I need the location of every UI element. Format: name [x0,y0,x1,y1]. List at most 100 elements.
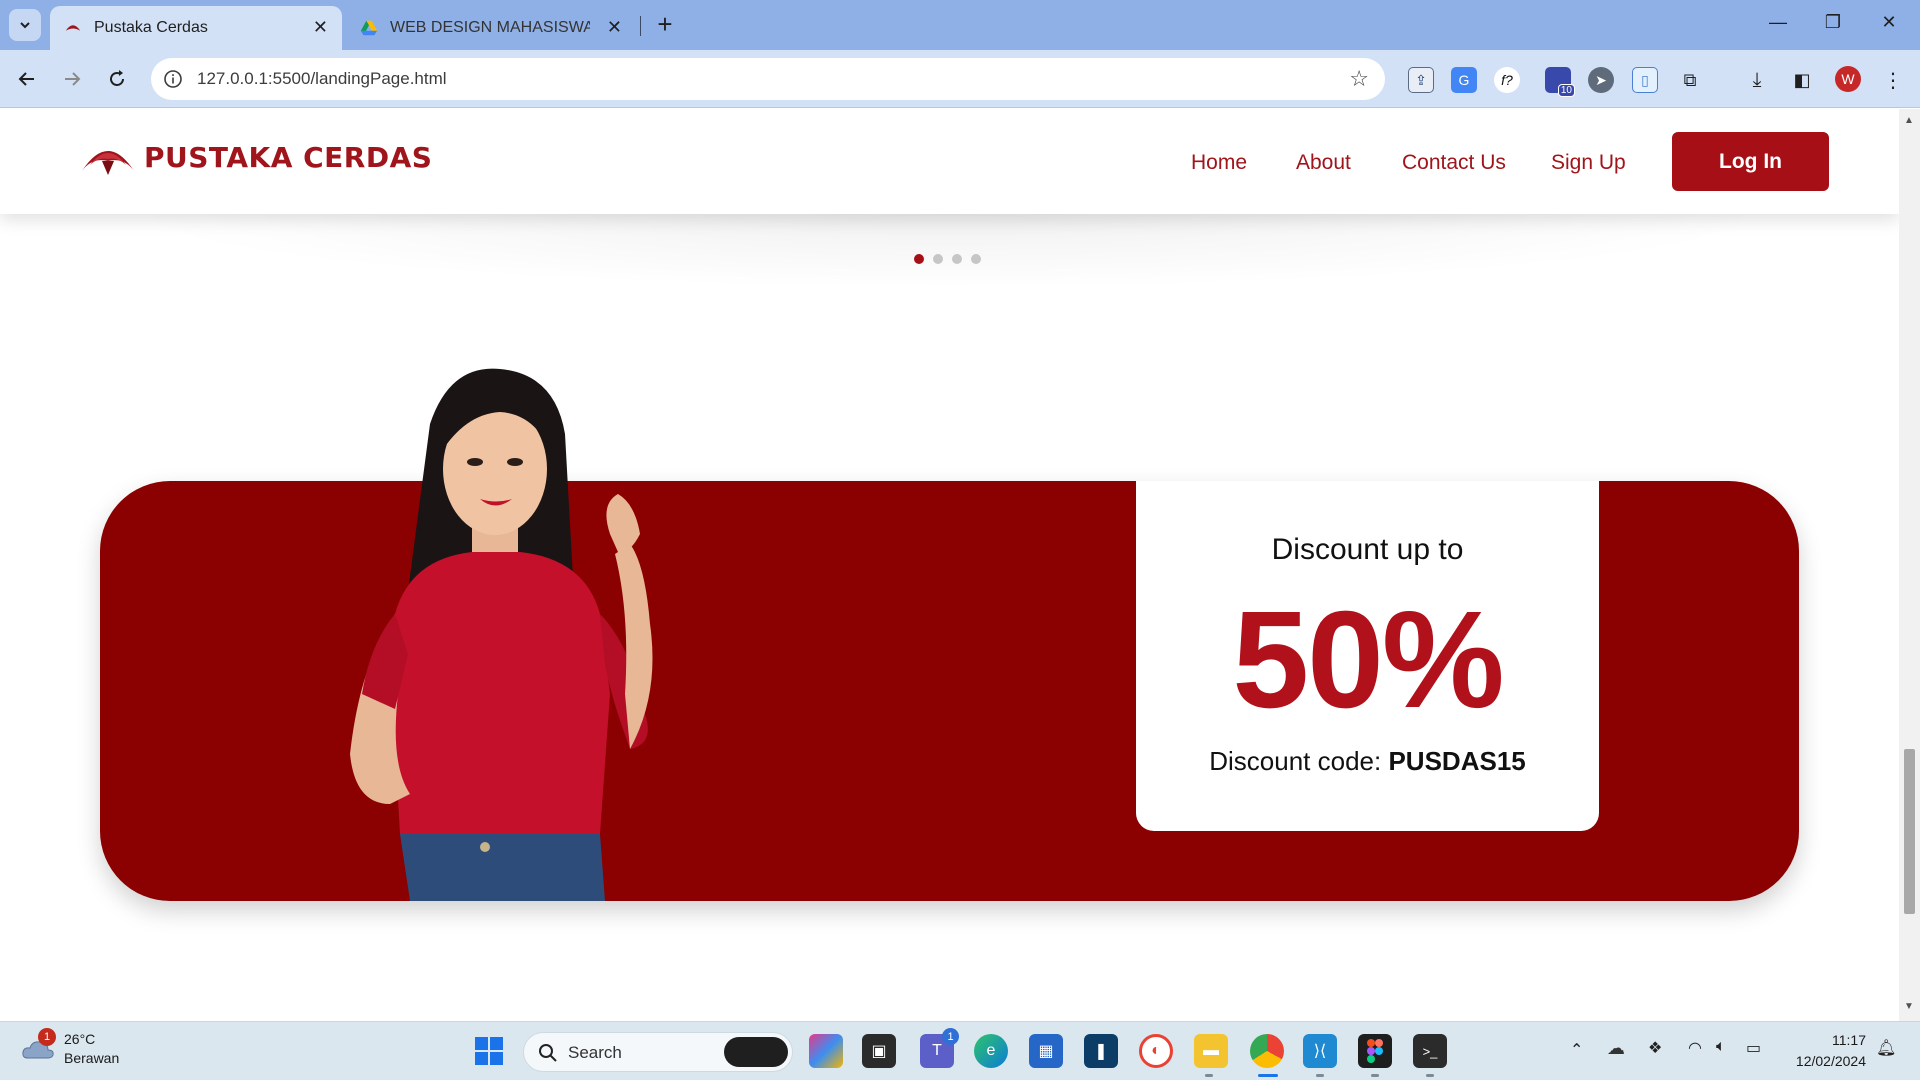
carousel-indicators [914,254,981,264]
page-viewport: PUSTAKA CERDAS Home About Contact Us Sig… [0,109,1899,1021]
nav-contact-us[interactable]: Contact Us [1402,151,1506,175]
extension-badge-icon[interactable]: 10 [1545,67,1575,97]
discount-code-label: Discount code: [1209,746,1382,776]
brand-logo-icon [82,151,134,175]
wifi-icon[interactable]: ◠ [1688,1038,1702,1058]
tab-title: Pustaka Cerdas [94,19,208,36]
side-panel-icon[interactable]: ◧ [1789,67,1815,93]
notification-bell-icon[interactable]: 🔔︎ [1876,1038,1896,1058]
task-view-icon[interactable]: ▣ [862,1034,896,1068]
clock-time[interactable]: 11:17 [1780,1032,1866,1048]
battery-icon[interactable]: ▭ [1746,1038,1761,1058]
menu-kebab-icon[interactable]: ⋮ [1880,67,1906,93]
restore-icon[interactable]: ❐ [1818,12,1848,33]
brand-favicon-icon [65,25,81,31]
browser-toolbar: 127.0.0.1:5500/landingPage.html ☆ ⇪ G f?… [0,50,1920,108]
site-logo[interactable]: PUSTAKA CERDAS [80,135,432,179]
arrow-right-icon [65,72,81,86]
volume-icon[interactable]: 🔈︎ [1716,1038,1726,1056]
login-button[interactable]: Log In [1672,132,1829,191]
edge-icon[interactable]: e [974,1034,1008,1068]
close-window-icon[interactable]: ✕ [1874,12,1904,33]
nav-about[interactable]: About [1296,151,1351,175]
discount-code: PUSDAS15 [1388,746,1526,776]
weather-widget[interactable]: 1 26°C Berawan [20,1028,120,1068]
discount-card: Discount up to 50% Discount code: PUSDAS… [1136,481,1599,831]
copilot-icon[interactable] [809,1034,843,1068]
taskbar-search[interactable]: Search [523,1032,793,1072]
chevron-up-icon[interactable]: ⌃ [1570,1040,1583,1060]
nav-home[interactable]: Home [1191,151,1247,175]
running-indicator [1426,1074,1434,1077]
chevron-down-icon [20,22,30,29]
extension-upload-icon[interactable]: ⇪ [1408,67,1434,93]
file-explorer-icon[interactable]: ▬ [1194,1034,1228,1068]
clock-date[interactable]: 12/02/2024 [1780,1053,1866,1069]
app-icon[interactable]: ❚ [1084,1034,1118,1068]
active-indicator [1258,1074,1278,1077]
formula-extension-icon[interactable]: f? [1494,67,1520,93]
google-drive-icon [360,20,378,36]
discount-lead-text: Discount up to [1271,533,1464,566]
weather-condition: Berawan [64,1050,120,1066]
carousel-dot[interactable] [971,254,981,264]
new-tab-button[interactable]: + [650,10,680,40]
search-icon [539,1044,557,1062]
dropbox-icon[interactable]: ❖ [1648,1038,1662,1058]
windows-start-icon[interactable] [472,1034,506,1068]
weather-temperature: 26°C [64,1031,96,1047]
chrome-icon[interactable] [1250,1034,1284,1068]
reload-button[interactable] [102,64,132,94]
minimize-icon[interactable]: — [1763,12,1793,33]
browser-tab-bar: Pustaka Cerdas ✕ WEB DESIGN MAHASISWA - … [0,0,1920,50]
nav-sign-up[interactable]: Sign Up [1551,151,1626,175]
microsoft-store-icon[interactable]: ▦ [1029,1034,1063,1068]
figma-icon[interactable] [1358,1034,1392,1068]
tab-pustaka-cerdas[interactable]: Pustaka Cerdas ✕ [50,6,342,50]
address-bar[interactable]: 127.0.0.1:5500/landingPage.html ☆ [151,58,1385,100]
bookmark-star-icon[interactable]: ☆ [1349,66,1369,92]
vscode-icon[interactable]: ⟩⟨ [1303,1034,1337,1068]
copilot-search-icon[interactable] [724,1037,788,1067]
app-circle-icon[interactable]: ◐ [1139,1034,1173,1068]
clipboard-extension-icon[interactable]: ▯ [1632,67,1658,93]
extension-badge-count: 10 [1557,84,1575,97]
teams-icon[interactable]: T 1 [920,1028,959,1068]
running-indicator [1371,1074,1379,1077]
windows-logo-icon [475,1037,503,1065]
carousel-dot[interactable] [933,254,943,264]
scroll-down-icon[interactable]: ▼ [1904,1001,1914,1012]
download-icon[interactable]: ⤓ [1744,67,1770,93]
scrollbar-thumb[interactable] [1904,749,1915,914]
terminal-icon[interactable]: >_ [1413,1034,1447,1068]
weather-badge: 1 [38,1028,56,1046]
tab-search-button[interactable] [9,9,41,41]
tab-web-design[interactable]: WEB DESIGN MAHASISWA - Go ✕ [346,6,636,50]
site-info-icon[interactable] [163,69,183,89]
url-text: 127.0.0.1:5500/landingPage.html [197,69,447,88]
tab-title: WEB DESIGN MAHASISWA - Go [390,19,590,36]
scroll-up-icon[interactable]: ▲ [1904,115,1914,126]
google-translate-icon[interactable]: G [1451,67,1477,93]
carousel-dot[interactable] [914,254,924,264]
reload-icon [110,70,124,86]
discount-amount: 50% [1232,583,1504,737]
brand-name: PUSTAKA CERDAS [144,140,433,174]
close-tab-icon[interactable]: ✕ [313,18,328,36]
arrow-left-icon [18,72,34,86]
carousel-dot[interactable] [952,254,962,264]
page-scrollbar[interactable]: ▲ ▼ [1899,109,1920,1021]
carousel-bottom [120,214,1780,289]
forward-button[interactable] [57,64,87,94]
tab-separator [640,16,641,36]
close-tab-icon[interactable]: ✕ [607,18,622,36]
windows-taskbar: 1 26°C Berawan Search ▣ T 1 e ▦ ❚ ◐ ▬ ⟩⟨ [0,1021,1920,1080]
onedrive-cloud-icon[interactable]: ☁ [1607,1038,1625,1059]
promo-model-image [350,368,653,901]
running-indicator [1205,1074,1213,1077]
extensions-puzzle-icon[interactable]: ⧉ [1677,67,1703,93]
back-button[interactable] [12,64,42,94]
cursor-extension-icon[interactable]: ➤ [1588,67,1614,93]
discount-code-line: Discount code: PUSDAS15 [1136,746,1599,777]
profile-avatar[interactable]: W [1835,66,1861,92]
